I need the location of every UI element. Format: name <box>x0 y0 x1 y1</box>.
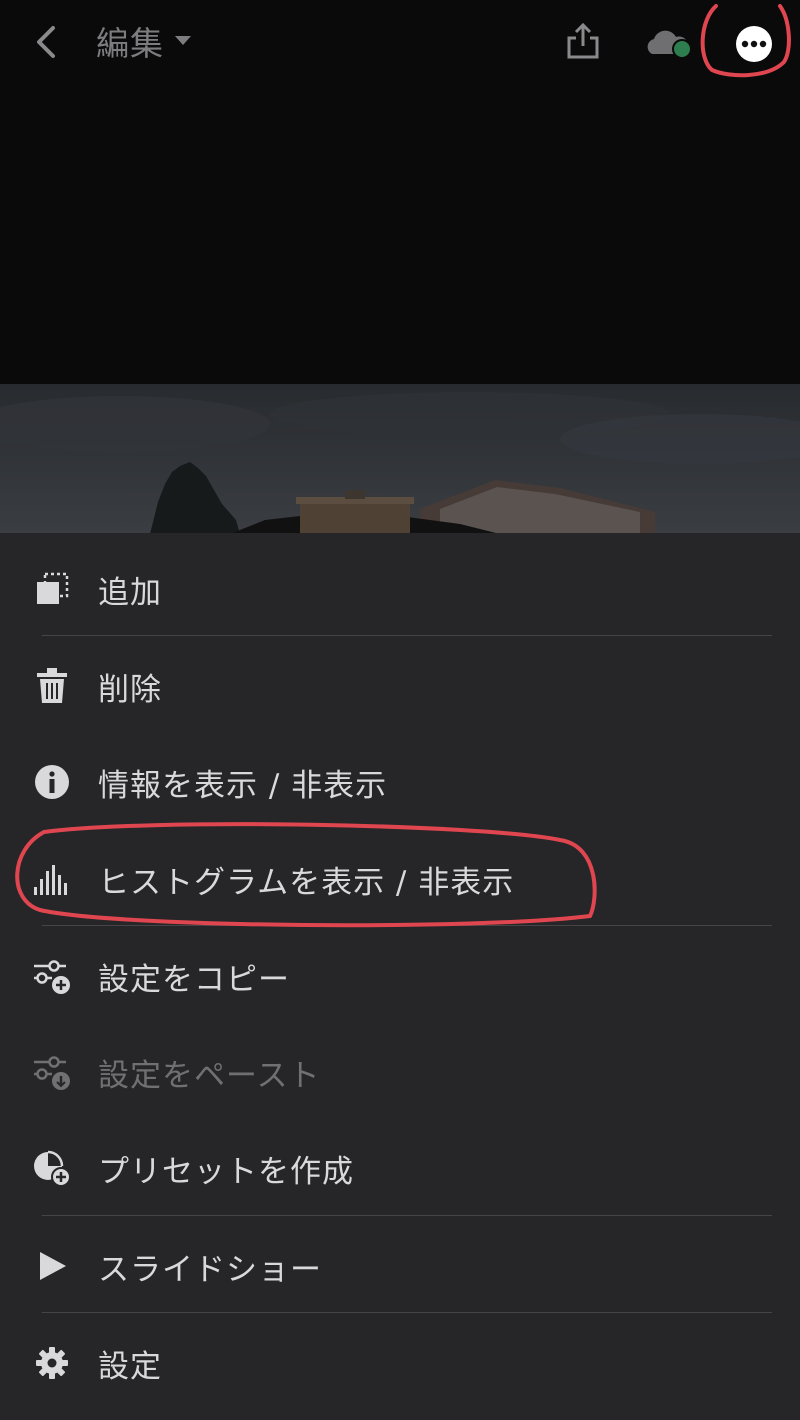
gear-icon <box>32 1343 72 1383</box>
top-bar: 編集 <box>0 0 800 84</box>
more-options-button[interactable] <box>734 24 774 64</box>
share-icon <box>567 22 599 59</box>
menu-item-delete[interactable]: 削除 <box>0 636 800 732</box>
create-preset-icon <box>32 1148 72 1188</box>
menu-item-slideshow[interactable]: スライドショー <box>0 1216 800 1312</box>
play-icon <box>32 1246 72 1286</box>
menu-label: スライドショー <box>98 1252 322 1288</box>
copy-settings-icon <box>32 956 72 996</box>
menu-item-settings[interactable]: 設定 <box>0 1313 800 1409</box>
menu-item-add[interactable]: 追加 <box>0 539 800 635</box>
menu-label: 設定をコピー <box>98 962 290 998</box>
menu-item-create-preset[interactable]: プリセットを作成 <box>0 1118 800 1214</box>
photo-preview[interactable] <box>0 384 800 534</box>
menu-label: 削除 <box>98 672 162 708</box>
menu-item-toggle-info[interactable]: 情報を表示 / 非表示 <box>0 732 800 828</box>
mode-title: 編集 <box>96 24 164 63</box>
chevron-left-icon <box>37 26 55 58</box>
add-to-album-icon <box>32 569 72 609</box>
more-icon <box>736 26 772 62</box>
options-menu-sheet: 追加 削除 情報を表示 / 非表示 ヒストグラムを表示 / 非表示 設定をコピー… <box>0 533 800 1420</box>
menu-label: ヒストグラムを表示 / 非表示 <box>98 865 515 901</box>
photo-image <box>0 384 800 534</box>
menu-item-toggle-histogram[interactable]: ヒストグラムを表示 / 非表示 <box>0 829 800 925</box>
menu-label: 設定をペースト <box>98 1058 321 1094</box>
menu-label: 追加 <box>98 575 162 611</box>
share-button[interactable] <box>562 18 604 64</box>
cloud-sync-icon <box>647 30 692 59</box>
cloud-sync-button[interactable] <box>644 24 696 64</box>
paste-settings-icon <box>32 1052 72 1092</box>
histogram-icon <box>32 859 72 899</box>
menu-item-copy-settings[interactable]: 設定をコピー <box>0 926 800 1022</box>
caret-down-icon <box>175 36 191 45</box>
back-button[interactable] <box>26 20 66 64</box>
info-icon <box>32 762 72 802</box>
mode-selector[interactable]: 編集 <box>96 16 192 66</box>
menu-label: 設定 <box>98 1349 162 1385</box>
trash-icon <box>32 666 72 706</box>
menu-label: プリセットを作成 <box>98 1154 354 1190</box>
menu-item-paste-settings[interactable]: 設定をペースト <box>0 1022 800 1118</box>
menu-label: 情報を表示 / 非表示 <box>98 768 388 804</box>
